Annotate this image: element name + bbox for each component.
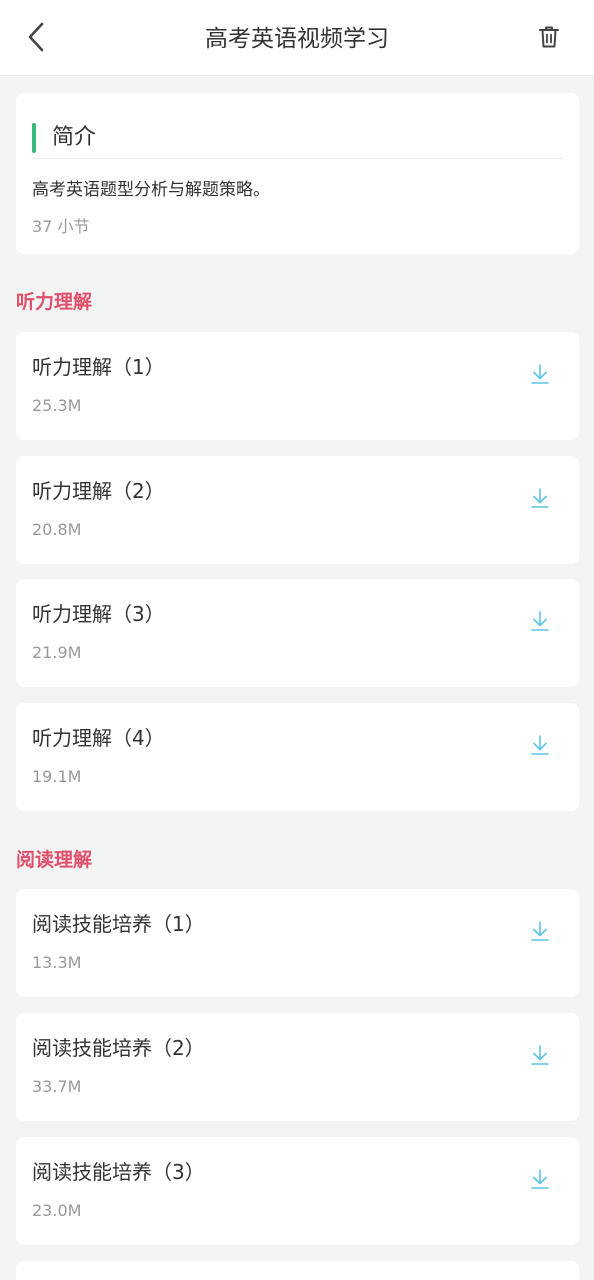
top-bar: 高考英语视频学习 (0, 0, 594, 76)
section-title-listening: 听力理解 (16, 291, 93, 313)
item-size: 23.0M (32, 1201, 82, 1220)
item-size: 33.7M (32, 1077, 82, 1096)
download-icon (530, 1168, 550, 1194)
item-size: 13.3M (32, 953, 82, 972)
download-button[interactable] (527, 486, 553, 514)
item-size: 19.1M (32, 767, 82, 786)
intro-card: 简介 高考英语题型分析与解题策略。 37 小节 (16, 93, 579, 254)
download-button[interactable] (527, 733, 553, 761)
intro-description: 高考英语题型分析与解题策略。 (32, 180, 270, 200)
item-name: 听力理解（4） (32, 726, 165, 750)
page-title: 高考英语视频学习 (205, 26, 389, 52)
lesson-count: 37 小节 (32, 217, 90, 236)
item-size: 21.9M (32, 643, 82, 662)
download-icon (530, 734, 550, 760)
list-item[interactable]: 听力理解（2） 20.8M (16, 456, 579, 564)
list-item[interactable]: 听力理解（4） 19.1M (16, 703, 579, 811)
list-item[interactable]: 阅读技能培养（1） 13.3M (16, 889, 579, 997)
item-name: 听力理解（1） (32, 355, 165, 379)
list-item[interactable]: 阅读技能培养（2） 33.7M (16, 1013, 579, 1121)
item-name: 阅读技能培养（1） (32, 912, 205, 936)
list-item[interactable]: 听力理解（3） 21.9M (16, 579, 579, 687)
item-size: 25.3M (32, 396, 82, 415)
list-item-partial[interactable] (16, 1261, 579, 1280)
item-size: 20.8M (32, 520, 82, 539)
download-icon (530, 920, 550, 946)
download-button[interactable] (527, 1043, 553, 1071)
download-icon (530, 1044, 550, 1070)
item-name: 听力理解（3） (32, 602, 165, 626)
delete-button[interactable] (534, 24, 564, 54)
download-icon (530, 363, 550, 389)
section-title-reading: 阅读理解 (16, 849, 93, 871)
download-button[interactable] (527, 609, 553, 637)
list-item[interactable]: 阅读技能培养（3） 23.0M (16, 1137, 579, 1245)
download-button[interactable] (527, 919, 553, 947)
download-icon (530, 487, 550, 513)
intro-accent-bar (32, 123, 36, 153)
download-icon (530, 610, 550, 636)
intro-header: 简介 (32, 123, 563, 159)
download-button[interactable] (527, 362, 553, 390)
intro-title: 简介 (52, 125, 97, 150)
item-name: 听力理解（2） (32, 479, 165, 503)
list-item[interactable]: 听力理解（1） 25.3M (16, 332, 579, 440)
download-button[interactable] (527, 1167, 553, 1195)
item-name: 阅读技能培养（2） (32, 1036, 205, 1060)
trash-icon (538, 25, 560, 53)
item-name: 阅读技能培养（3） (32, 1160, 205, 1184)
